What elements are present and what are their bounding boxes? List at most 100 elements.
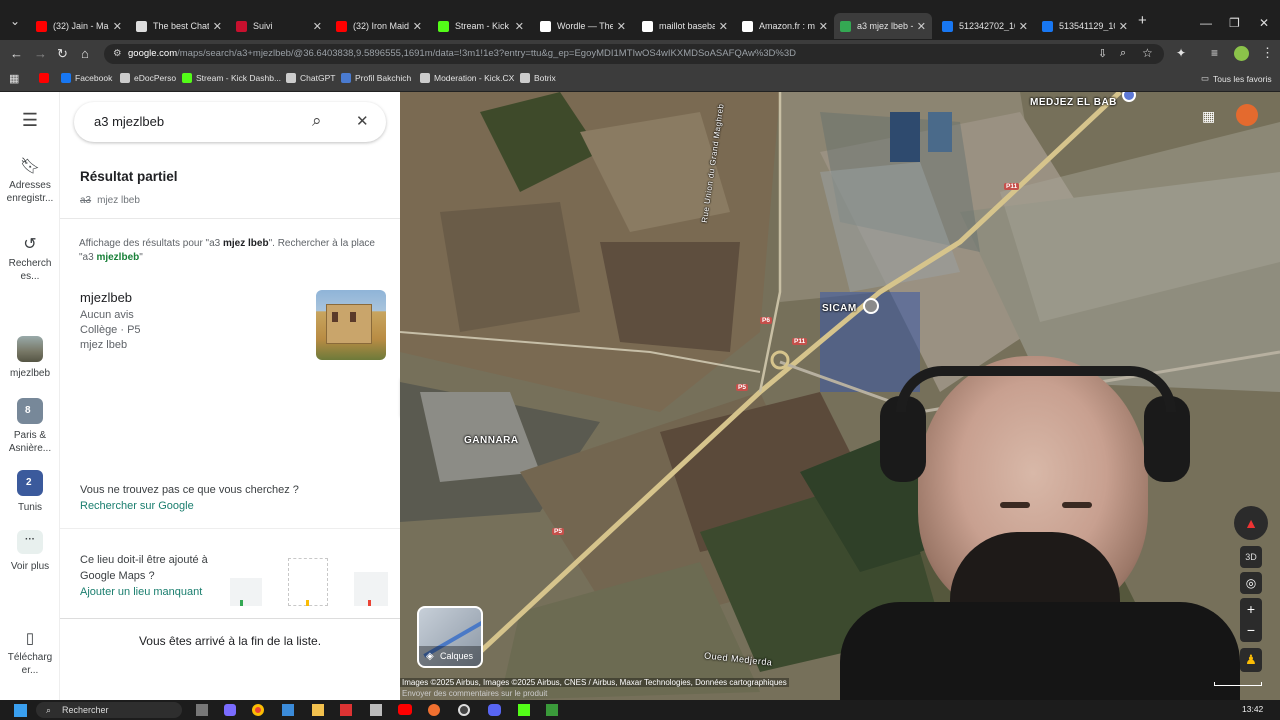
- bookmark-4[interactable]: ChatGPT: [286, 73, 335, 83]
- close-tab-icon[interactable]: ✕: [213, 20, 222, 33]
- back-icon[interactable]: ←: [10, 46, 23, 61]
- apps-icon[interactable]: ▦: [9, 72, 19, 85]
- app-icon-youtube[interactable]: [398, 704, 412, 715]
- close-tab-icon[interactable]: ✕: [819, 20, 828, 33]
- map-label-sicam[interactable]: SICAM: [822, 303, 857, 314]
- saved-button[interactable]: 🔖︎ Adresses enregistr...: [0, 159, 60, 205]
- site-info-icon[interactable]: ⚙: [113, 44, 122, 64]
- extensions-icon[interactable]: ✦: [1176, 46, 1186, 60]
- media-icon[interactable]: ≡: [1211, 46, 1218, 60]
- browser-tab-10[interactable]: 513541129_10 ✕: [1036, 13, 1134, 39]
- close-window-button[interactable]: ✕: [1259, 16, 1269, 30]
- recent-item-2[interactable]: 2 Tunis: [0, 470, 60, 514]
- zoom-icon[interactable]: ⌕: [1120, 47, 1126, 60]
- app-icon-copilot[interactable]: [224, 704, 236, 716]
- download-button[interactable]: ▯ Télécharg er...: [0, 631, 60, 677]
- recent-button[interactable]: ↺ Recherch es...: [0, 237, 60, 283]
- app-icon-discord[interactable]: [488, 704, 501, 716]
- search-box[interactable]: a3 mjezlbeb ⌕ ✕: [74, 102, 386, 142]
- all-bookmarks[interactable]: ▭ Tous les favoris: [1201, 73, 1272, 84]
- tab-favicon-icon: [1042, 20, 1053, 32]
- browser-tab-0[interactable]: (32) Jain - Mak ✕: [30, 13, 128, 39]
- close-tab-icon[interactable]: ✕: [113, 20, 122, 33]
- windows-start-icon[interactable]: [14, 704, 27, 717]
- close-tab-icon[interactable]: ✕: [413, 20, 422, 33]
- close-tab-icon[interactable]: ✕: [313, 20, 322, 33]
- note-prefix: Affichage des résultats pour "a3: [79, 238, 224, 249]
- search-input[interactable]: a3 mjezlbeb: [94, 114, 164, 129]
- bookmark-0[interactable]: [39, 73, 53, 83]
- search-icon[interactable]: ⌕: [312, 111, 322, 131]
- map-attribution[interactable]: Images ©2025 Airbus, Images ©2025 Airbus…: [400, 678, 789, 687]
- app-icon-tool[interactable]: [370, 704, 382, 716]
- browser-tab-6[interactable]: maillot baseba ✕: [636, 13, 734, 39]
- close-tab-icon[interactable]: ✕: [515, 20, 524, 33]
- minimize-button[interactable]: —: [1200, 16, 1212, 30]
- taskbar-search[interactable]: ⌕ Rechercher: [36, 702, 182, 718]
- browser-tab-8[interactable]: a3 mjez lbeb - ✕: [834, 13, 932, 39]
- browser-tab-7[interactable]: Amazon.fr : ma ✕: [736, 13, 834, 39]
- search-instead-link[interactable]: mjezlbeb: [96, 252, 139, 263]
- menu-icon[interactable]: ⋮: [1261, 45, 1274, 61]
- browser-tab-5[interactable]: Wordle — The ✕: [534, 13, 632, 39]
- close-tab-icon[interactable]: ✕: [1019, 20, 1028, 33]
- recent-item-0[interactable]: mjezlbeb: [0, 336, 60, 380]
- layers-button[interactable]: ◈ Calques: [417, 606, 483, 668]
- app-icon-obs[interactable]: [458, 704, 470, 716]
- bookmark-7[interactable]: Botrix: [520, 73, 556, 83]
- map-label-gannara[interactable]: GANNARA: [464, 435, 519, 446]
- account-avatar[interactable]: [1236, 104, 1258, 126]
- new-tab-button[interactable]: +: [1138, 12, 1147, 29]
- browser-tab-9[interactable]: 512342702_10 ✕: [936, 13, 1034, 39]
- close-tab-icon[interactable]: ✕: [1119, 20, 1128, 33]
- close-tab-icon[interactable]: ✕: [917, 20, 926, 33]
- app-icon-orange[interactable]: [428, 704, 440, 716]
- address-bar[interactable]: ⚙ google.com/maps/search/a3+mjezlbeb/@36…: [104, 44, 1164, 64]
- satellite-map[interactable]: MEDJEZ EL BAB SICAM GANNARA Rue Union du…: [400, 92, 1280, 700]
- menu-button[interactable]: ☰: [0, 111, 60, 129]
- url-domain: google.com: [128, 48, 178, 59]
- bookmark-1[interactable]: Facebook: [61, 73, 112, 83]
- app-icon-kick[interactable]: [518, 704, 530, 716]
- more-button[interactable]: ··· Voir plus: [0, 530, 60, 573]
- app-icon-folder[interactable]: [312, 704, 324, 716]
- close-tab-icon[interactable]: ✕: [617, 20, 626, 33]
- profile-avatar[interactable]: [1234, 46, 1249, 61]
- maps-side-rail: ☰ 🔖︎ Adresses enregistr... ↺ Recherch es…: [0, 92, 60, 700]
- close-icon[interactable]: ✕: [356, 112, 369, 130]
- tab-search-icon[interactable]: ⌄: [10, 14, 20, 28]
- tab-title: Wordle — The: [557, 21, 613, 31]
- result-card[interactable]: mjezlbeb Aucun avis Collège · P5 mjez lb…: [80, 290, 386, 362]
- app-icon-chrome[interactable]: [252, 704, 264, 716]
- browser-tab-4[interactable]: Stream - Kick D ✕: [432, 13, 530, 39]
- clock[interactable]: 13:42: [1242, 704, 1263, 714]
- map-label-medjez[interactable]: MEDJEZ EL BAB: [1030, 97, 1117, 108]
- place-thumbnail: [17, 336, 43, 362]
- install-icon[interactable]: ⇩: [1098, 47, 1107, 60]
- add-place-link[interactable]: Ajouter un lieu manquant: [80, 586, 202, 598]
- recent-item-1[interactable]: 8 Paris & Asnière...: [0, 398, 60, 455]
- search-google-link[interactable]: Rechercher sur Google: [80, 500, 194, 512]
- bookmark-2[interactable]: eDocPerso: [120, 73, 176, 83]
- home-icon[interactable]: ⌂: [81, 46, 89, 61]
- bookmarks-bar: ▦ Facebook eDocPerso Stream - Kick Dashb..…: [0, 68, 1280, 92]
- bookmark-6[interactable]: Moderation - Kick.CX: [420, 73, 514, 83]
- app-icon-red[interactable]: [340, 704, 352, 716]
- bookmark-3[interactable]: Stream - Kick Dashb...: [182, 73, 281, 83]
- feedback-link[interactable]: Envoyer des commentaires sur le produit: [402, 689, 547, 698]
- reload-icon[interactable]: ↻: [57, 46, 68, 62]
- forward-icon[interactable]: →: [34, 46, 47, 61]
- place-pin-icon[interactable]: [863, 298, 879, 314]
- star-icon[interactable]: ☆: [1142, 46, 1153, 60]
- browser-tab-2[interactable]: Suivi ✕: [230, 13, 328, 39]
- app-icon-store[interactable]: [282, 704, 294, 716]
- maximize-button[interactable]: ❐: [1229, 16, 1240, 30]
- result-photo[interactable]: [316, 290, 386, 360]
- apps-grid-icon[interactable]: ▦: [1202, 108, 1215, 125]
- app-icon-green[interactable]: [546, 704, 558, 716]
- browser-tab-3[interactable]: (32) Iron Maide ✕: [330, 13, 428, 39]
- app-icon-explorer[interactable]: [196, 704, 208, 716]
- browser-tab-1[interactable]: The best ChatG ✕: [130, 13, 228, 39]
- close-tab-icon[interactable]: ✕: [719, 20, 728, 33]
- bookmark-5[interactable]: Profil Bakchich: [341, 73, 411, 83]
